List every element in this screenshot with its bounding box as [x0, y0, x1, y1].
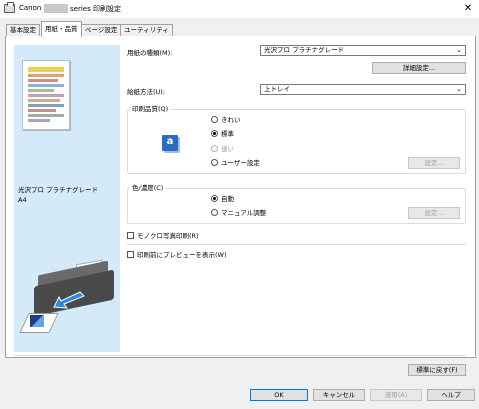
tab-media-quality[interactable]: 用紙・品質	[41, 21, 82, 37]
paper-source-select[interactable]: 上トレイ ⌄	[260, 84, 466, 95]
printer-app-icon	[4, 2, 15, 13]
grayscale-photo-checkbox[interactable]	[127, 232, 134, 239]
window-title-prefix: Canon	[19, 4, 42, 12]
apply-button: 適用(A)	[370, 389, 422, 401]
paper-feed-arrow-icon	[53, 291, 85, 309]
quality-standard-label: 標準	[221, 130, 234, 138]
preview-before-print-label: 印刷前にプレビューを表示(W)	[137, 251, 227, 259]
redacted-model-name	[44, 4, 68, 13]
print-quality-group-title: 印刷品質(Q)	[130, 105, 171, 113]
media-details-button[interactable]: 詳細設定...	[372, 62, 466, 74]
section-divider	[127, 244, 466, 245]
color-auto-label: 自動	[221, 195, 234, 203]
quality-high-label: きれい	[221, 116, 241, 124]
quality-high-radio[interactable]	[211, 116, 218, 123]
color-intensity-group-title: 色/濃度(C)	[130, 184, 166, 192]
print-quality-icon: a	[162, 135, 178, 151]
quality-custom-label: ユーザー設定	[221, 159, 260, 167]
bottom-divider	[14, 355, 466, 356]
ok-button[interactable]: OK	[250, 389, 308, 401]
restore-defaults-button[interactable]: 標準に戻す(F)	[408, 364, 466, 376]
color-manual-label: マニュアル調整	[221, 209, 267, 217]
media-type-value: 光沢プロ プラチナグレード	[264, 46, 345, 54]
cancel-button[interactable]: キャンセル	[313, 389, 365, 401]
chevron-down-icon: ⌄	[456, 46, 462, 54]
preview-before-print-checkbox[interactable]	[127, 251, 134, 258]
help-button[interactable]: ヘルプ	[427, 389, 475, 401]
printed-photo-image	[30, 315, 44, 327]
quality-custom-radio[interactable]	[211, 159, 218, 166]
preview-media-name: 光沢プロ プラチナグレード	[18, 186, 99, 194]
preview-paper-size: A4	[18, 196, 27, 204]
color-manual-radio[interactable]	[211, 209, 218, 216]
paper-preview-content	[28, 67, 64, 122]
close-window-button[interactable]: ✕	[461, 2, 475, 16]
quality-fast-radio	[211, 145, 218, 152]
preview-media-info: 光沢プロ プラチナグレード A4	[18, 185, 98, 205]
paper-source-value: 上トレイ	[264, 85, 290, 93]
grayscale-photo-label: モノクロ写真印刷(R)	[137, 232, 199, 240]
quality-fast-label: 速い	[221, 145, 234, 153]
media-type-select[interactable]: 光沢プロ プラチナグレード ⌄	[260, 45, 466, 56]
color-settings-button: 設定...	[408, 207, 460, 219]
paper-source-label: 給紙方法(U):	[127, 88, 166, 96]
quality-standard-radio[interactable]	[211, 130, 218, 137]
color-auto-radio[interactable]	[211, 195, 218, 202]
window-title-suffix: series 印刷設定	[70, 5, 121, 13]
chevron-down-icon: ⌄	[456, 85, 462, 93]
quality-settings-button: 設定...	[408, 157, 460, 169]
media-type-label: 用紙の種類(M):	[127, 49, 173, 57]
paper-preview-image	[22, 60, 70, 130]
